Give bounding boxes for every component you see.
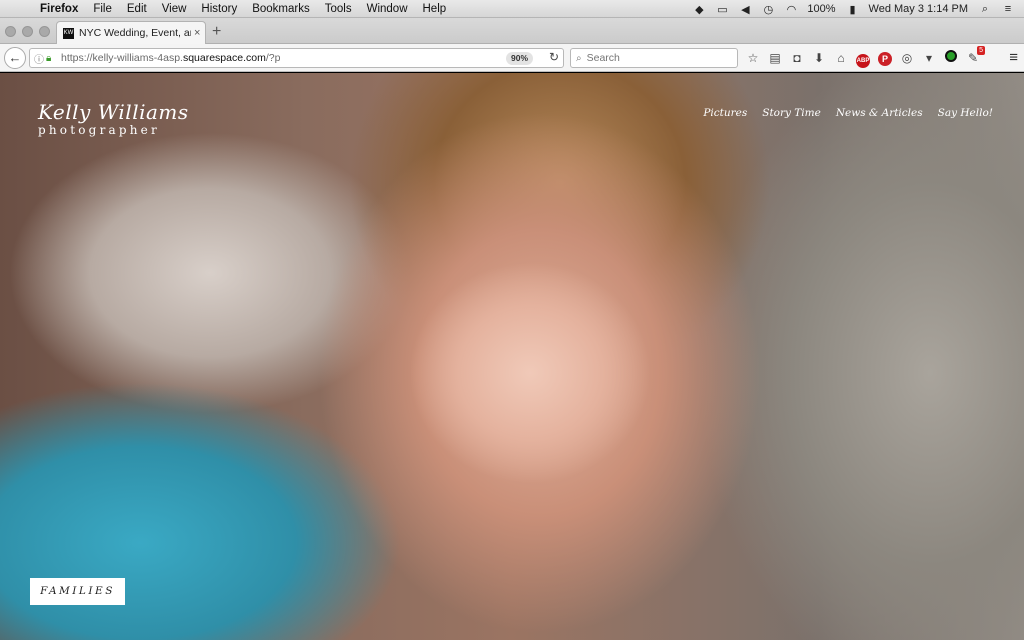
tab-bar: KW NYC Wedding, Event, and Por × + — [0, 18, 1024, 44]
time-machine-icon[interactable]: ◷ — [761, 3, 775, 16]
zoom-window-button[interactable] — [39, 26, 50, 37]
menu-edit[interactable]: Edit — [127, 3, 147, 15]
search-icon: ⌕ — [576, 52, 582, 64]
spotlight-icon[interactable]: ⌕ — [978, 3, 992, 16]
tab-title: NYC Wedding, Event, and Por — [79, 27, 191, 39]
notification-center-icon[interactable]: ≡ — [1001, 3, 1015, 15]
menu-firefox[interactable]: Firefox — [40, 3, 78, 15]
lock-icon[interactable]: 🔒︎ — [46, 53, 58, 64]
nav-pictures[interactable]: Pictures — [703, 107, 747, 119]
menu-bookmarks[interactable]: Bookmarks — [252, 3, 310, 15]
nav-news-articles[interactable]: News & Articles — [836, 107, 923, 119]
url-prefix: https://kelly-williams-4asp. — [61, 52, 183, 64]
navigation-toolbar: ← ⓘ 🔒︎ https://kelly-williams-4asp. squar… — [0, 44, 1024, 72]
nav-story-time[interactable]: Story Time — [762, 107, 821, 119]
new-tab-button[interactable]: + — [212, 23, 221, 41]
download-icon[interactable]: ⬇ — [810, 49, 828, 67]
zoom-indicator[interactable]: 90% — [505, 52, 533, 65]
reload-icon[interactable]: ↻ — [549, 50, 559, 64]
status-dot-icon[interactable] — [942, 49, 960, 67]
url-suffix: /?p — [265, 52, 281, 64]
reader-icon[interactable]: ▤ — [766, 49, 784, 67]
separator: ▾ — [925, 51, 933, 65]
notification-badge: 5 — [977, 46, 985, 55]
hamburger-menu-icon[interactable]: ≡ — [1009, 48, 1018, 68]
window-controls — [5, 26, 56, 37]
hero-photo: Kelly Williams photographer Pictures Sto… — [0, 73, 1024, 640]
notification-icon[interactable]: ✎ 5 — [964, 46, 985, 67]
menu-window[interactable]: Window — [367, 3, 408, 15]
close-window-button[interactable] — [5, 26, 16, 37]
site-logo[interactable]: Kelly Williams photographer — [38, 100, 189, 137]
pinterest-label: P — [878, 52, 892, 66]
logo-name: Kelly Williams — [38, 100, 189, 124]
airplay-icon[interactable]: ▭ — [715, 3, 729, 16]
pinterest-icon[interactable]: P — [876, 49, 894, 67]
pocket-icon[interactable]: ◘ — [788, 49, 806, 67]
info-icon[interactable]: ⓘ — [34, 51, 46, 66]
tab-active[interactable]: KW NYC Wedding, Event, and Por × — [56, 21, 206, 44]
minimize-window-button[interactable] — [22, 26, 33, 37]
menu-tools[interactable]: Tools — [325, 3, 352, 15]
macos-menubar: Firefox File Edit View History Bookmarks… — [0, 0, 1024, 18]
close-tab-icon[interactable]: × — [194, 27, 200, 39]
home-icon[interactable]: ⌂ — [832, 49, 850, 67]
toolbar-icons: ☆ ▤ ◘ ⬇ ⌂ ABP P ◎ ▾ ✎ 5 — [744, 46, 986, 68]
menu-help[interactable]: Help — [423, 3, 447, 15]
url-host: squarespace.com — [182, 52, 266, 64]
search-bar[interactable]: ⌕ — [570, 48, 738, 68]
back-button[interactable]: ← — [4, 47, 26, 69]
search-input[interactable] — [586, 52, 727, 64]
wifi-icon[interactable]: ◠ — [784, 3, 798, 16]
dropbox-icon[interactable]: ◆ — [692, 3, 706, 16]
gallery-label-button[interactable]: FAMILIES — [30, 578, 125, 605]
volume-icon[interactable]: ◀ — [738, 3, 752, 16]
menu-view[interactable]: View — [162, 3, 187, 15]
logo-subtitle: photographer — [38, 123, 160, 137]
menu-file[interactable]: File — [93, 3, 112, 15]
battery-percent[interactable]: 100% — [807, 3, 835, 15]
extension-icon[interactable]: ◎ — [898, 49, 916, 67]
favicon-icon: KW — [63, 27, 74, 39]
nav-say-hello[interactable]: Say Hello! — [938, 107, 993, 119]
bookmark-star-icon[interactable]: ☆ — [744, 49, 762, 67]
menu-history[interactable]: History — [201, 3, 237, 15]
site-nav: Pictures Story Time News & Articles Say … — [688, 107, 993, 119]
status-area: ◆ ▭ ◀ ◷ ◠ 100% ▮ Wed May 3 1:14 PM ⌕ ≡ — [692, 0, 1024, 18]
adblock-icon[interactable]: ABP — [854, 49, 872, 68]
battery-icon[interactable]: ▮ — [846, 3, 860, 16]
clock[interactable]: Wed May 3 1:14 PM — [869, 3, 968, 15]
url-bar[interactable]: ⓘ 🔒︎ https://kelly-williams-4asp. squares… — [29, 48, 564, 68]
adblock-label: ABP — [856, 54, 870, 68]
